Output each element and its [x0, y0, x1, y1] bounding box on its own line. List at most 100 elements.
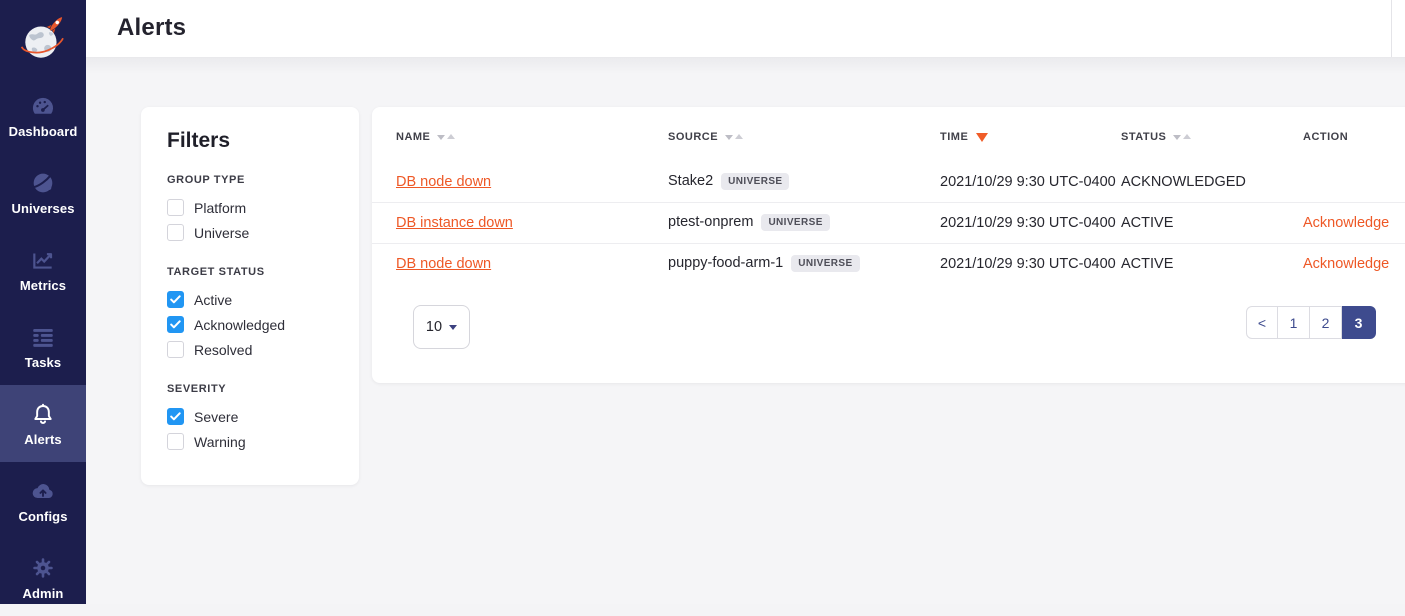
- metrics-chart-icon: [30, 247, 56, 273]
- sidebar-item-configs[interactable]: Configs: [0, 462, 86, 539]
- filter-section-label: GROUP TYPE: [167, 174, 341, 186]
- alerts-table-panel: NAME SOURCE TIME STATUS ACTION: [372, 107, 1405, 383]
- column-header-action: ACTION: [1303, 131, 1405, 143]
- table-header-row: NAME SOURCE TIME STATUS ACTION: [372, 129, 1405, 145]
- alert-status: ACKNOWLEDGED: [1121, 174, 1303, 190]
- filter-section-group-type: GROUP TYPE Platform Universe: [167, 174, 341, 245]
- table-row: DB node down Stake2 UNIVERSE 2021/10/29 9…: [372, 161, 1405, 202]
- page-button-1[interactable]: 1: [1278, 306, 1310, 339]
- filters-panel: Filters GROUP TYPE Platform Universe TAR…: [141, 107, 359, 485]
- page-title: Alerts: [86, 0, 1405, 42]
- page-header: Alerts: [86, 0, 1405, 58]
- filter-option-active[interactable]: Active: [167, 287, 341, 312]
- sidebar-item-dashboard[interactable]: Dashboard: [0, 77, 86, 154]
- page-size-value: 10: [426, 319, 442, 335]
- dashboard-gauge-icon: [30, 93, 56, 119]
- sidebar-item-label: Metrics: [20, 278, 66, 293]
- source-type-badge: UNIVERSE: [761, 214, 829, 231]
- column-label: TIME: [940, 131, 968, 143]
- tasks-list-icon: [30, 324, 56, 350]
- acknowledge-link[interactable]: Acknowledge: [1303, 215, 1389, 231]
- header-divider: [1391, 0, 1392, 57]
- filter-option-label: Active: [194, 292, 232, 308]
- sidebar-item-alerts[interactable]: Alerts: [0, 385, 86, 462]
- sidebar-item-admin[interactable]: Admin: [0, 539, 86, 616]
- acknowledge-link[interactable]: Acknowledge: [1303, 256, 1389, 272]
- filter-option-resolved[interactable]: Resolved: [167, 337, 341, 362]
- pagination-buttons: < 1 2 3: [1246, 306, 1376, 339]
- source-name: Stake2: [668, 173, 713, 189]
- alert-status: ACTIVE: [1121, 215, 1303, 231]
- page-button-3-active[interactable]: 3: [1342, 306, 1376, 339]
- sort-icons: [725, 135, 743, 140]
- sidebar: Dashboard Universes Metrics Tasks Alerts…: [0, 0, 86, 604]
- sidebar-item-universes[interactable]: Universes: [0, 154, 86, 231]
- checkbox-unchecked[interactable]: [167, 433, 184, 450]
- universes-globe-icon: [30, 170, 56, 196]
- filter-section-label: TARGET STATUS: [167, 266, 341, 278]
- column-header-time[interactable]: TIME: [940, 131, 1121, 143]
- column-label: SOURCE: [668, 131, 718, 143]
- table-body: DB node down Stake2 UNIVERSE 2021/10/29 9…: [372, 161, 1405, 284]
- table-row: DB node down puppy-food-arm-1 UNIVERSE 20…: [372, 243, 1405, 284]
- source-type-badge: UNIVERSE: [721, 173, 789, 190]
- column-label: STATUS: [1121, 131, 1166, 143]
- page-button-2[interactable]: 2: [1310, 306, 1342, 339]
- configs-cloud-icon: [30, 478, 56, 504]
- checkbox-checked[interactable]: [167, 291, 184, 308]
- filter-option-warning[interactable]: Warning: [167, 429, 341, 454]
- filter-section-severity: SEVERITY Severe Warning: [167, 383, 341, 454]
- filter-option-label: Severe: [194, 409, 238, 425]
- page-size-dropdown[interactable]: 10: [413, 305, 470, 349]
- filter-option-label: Resolved: [194, 342, 252, 358]
- table-row: DB instance down ptest-onprem UNIVERSE 20…: [372, 202, 1405, 243]
- yugabyte-logo[interactable]: [0, 0, 86, 77]
- filter-option-severe[interactable]: Severe: [167, 404, 341, 429]
- column-header-source[interactable]: SOURCE: [668, 131, 940, 143]
- sidebar-item-label: Alerts: [24, 432, 61, 447]
- sort-desc-icon: [976, 133, 988, 142]
- checkbox-unchecked[interactable]: [167, 199, 184, 216]
- alert-time: 2021/10/29 9:30 UTC-0400: [940, 174, 1121, 190]
- checkbox-checked[interactable]: [167, 408, 184, 425]
- checkbox-checked[interactable]: [167, 316, 184, 333]
- planet-rocket-logo-icon: [19, 14, 67, 64]
- alert-name-link[interactable]: DB instance down: [396, 215, 513, 231]
- alert-status: ACTIVE: [1121, 256, 1303, 272]
- filter-option-acknowledged[interactable]: Acknowledged: [167, 312, 341, 337]
- content-area: Filters GROUP TYPE Platform Universe TAR…: [86, 58, 1405, 604]
- alert-time: 2021/10/29 9:30 UTC-0400: [940, 215, 1121, 231]
- sidebar-item-tasks[interactable]: Tasks: [0, 308, 86, 385]
- source-name: ptest-onprem: [668, 214, 753, 230]
- column-header-status[interactable]: STATUS: [1121, 131, 1303, 143]
- main-area: Alerts Filters GROUP TYPE Platform Unive…: [86, 0, 1405, 604]
- column-label: ACTION: [1303, 131, 1348, 143]
- column-label: NAME: [396, 131, 430, 143]
- sidebar-item-label: Universes: [11, 201, 74, 216]
- checkbox-unchecked[interactable]: [167, 341, 184, 358]
- alert-name-link[interactable]: DB node down: [396, 174, 491, 190]
- admin-gear-icon: [30, 555, 56, 581]
- sidebar-item-label: Dashboard: [9, 124, 78, 139]
- filter-option-label: Universe: [194, 225, 249, 241]
- sidebar-item-label: Tasks: [25, 355, 61, 370]
- filter-section-label: SEVERITY: [167, 383, 341, 395]
- filter-option-platform[interactable]: Platform: [167, 195, 341, 220]
- source-name: puppy-food-arm-1: [668, 255, 783, 271]
- filter-section-target-status: TARGET STATUS Active Acknowledged Resolv…: [167, 266, 341, 362]
- prev-page-button[interactable]: <: [1246, 306, 1278, 339]
- alert-name-link[interactable]: DB node down: [396, 256, 491, 272]
- filter-option-universe[interactable]: Universe: [167, 220, 341, 245]
- chevron-down-icon: [449, 325, 457, 330]
- sidebar-item-label: Configs: [18, 509, 67, 524]
- sidebar-item-metrics[interactable]: Metrics: [0, 231, 86, 308]
- column-header-name[interactable]: NAME: [396, 131, 668, 143]
- sidebar-item-label: Admin: [23, 586, 64, 601]
- alerts-bell-icon: [30, 401, 56, 427]
- checkbox-unchecked[interactable]: [167, 224, 184, 241]
- alert-time: 2021/10/29 9:30 UTC-0400: [940, 256, 1121, 272]
- filter-option-label: Acknowledged: [194, 317, 285, 333]
- filter-option-label: Warning: [194, 434, 246, 450]
- source-type-badge: UNIVERSE: [791, 255, 859, 272]
- filters-title: Filters: [167, 129, 341, 153]
